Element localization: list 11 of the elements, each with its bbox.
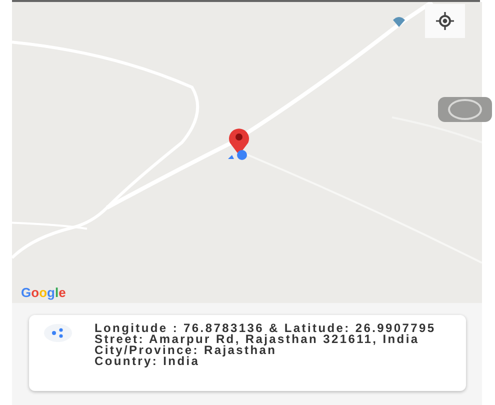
share-icon[interactable] (42, 323, 72, 343)
map-pin-icon (392, 16, 406, 28)
locate-button[interactable] (425, 4, 465, 38)
address-line: City/Province: Rajasthan (94, 345, 277, 356)
address-line: Country: India (94, 356, 201, 367)
google-logo: Google (21, 286, 66, 300)
current-location-icon (228, 150, 250, 160)
address-line: Longitude : 76.8783136 & Latitude: 26.9907795 (94, 323, 437, 334)
circle-button[interactable] (438, 97, 492, 122)
address-line: Street: Amarpur Rd, Rajasthan 321611, India (94, 334, 420, 345)
crosshair-icon (435, 11, 455, 31)
